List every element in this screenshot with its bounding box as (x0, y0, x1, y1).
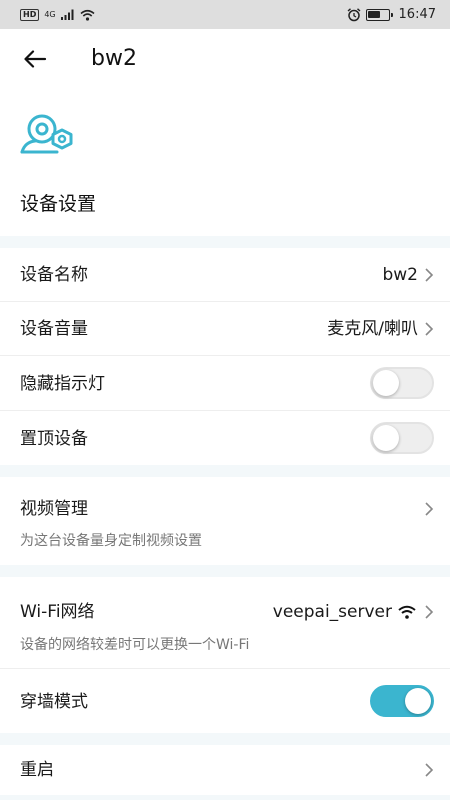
video-management-row[interactable]: 视频管理 为这台设备量身定制视频设置 (0, 477, 450, 565)
section-gap (0, 236, 450, 248)
cell-signal-icon (60, 9, 74, 20)
chevron-right-icon (425, 605, 434, 619)
wall-mode-label: 穿墙模式 (20, 692, 88, 712)
arrow-left-icon (24, 50, 47, 68)
wifi-icon (398, 605, 416, 619)
status-bar: HD 4G 16:47 (0, 0, 450, 29)
wifi-row[interactable]: Wi-Fi网络 veepai_server 设备的网络较差时可以更换一个Wi-F… (0, 577, 450, 669)
section-gap (0, 733, 450, 745)
reboot-label: 重启 (20, 760, 54, 780)
toggle-knob (405, 688, 431, 714)
hide-indicator-row: 隐藏指示灯 (0, 356, 450, 411)
pin-device-label: 置顶设备 (20, 429, 88, 449)
wifi-value: veepai_server (272, 602, 392, 622)
chevron-right-icon (425, 268, 434, 282)
chevron-right-icon (425, 502, 434, 516)
device-volume-label: 设备音量 (20, 319, 88, 339)
chevron-right-icon (425, 322, 434, 336)
app-header: bw2 (0, 29, 450, 89)
wifi-status-icon (80, 9, 95, 21)
back-button[interactable] (18, 45, 52, 73)
device-name-row[interactable]: 设备名称 bw2 (0, 248, 450, 302)
chevron-right-icon (425, 763, 434, 777)
section-title: 设备设置 (20, 193, 97, 215)
camera-device-icon (20, 114, 73, 154)
toggle-knob (373, 425, 399, 451)
wifi-label: Wi-Fi网络 (20, 602, 95, 622)
status-bar-right: 16:47 (347, 7, 436, 22)
section-gap (0, 465, 450, 477)
device-volume-value: 麦克风/喇叭 (327, 319, 418, 339)
alarm-icon (347, 7, 360, 21)
toggle-knob (373, 370, 399, 396)
wifi-subtitle: 设备的网络较差时可以更换一个Wi-Fi (20, 637, 250, 653)
pin-device-row: 置顶设备 (0, 411, 450, 465)
video-management-label: 视频管理 (20, 499, 88, 519)
section-gap (0, 565, 450, 577)
wall-mode-toggle[interactable] (370, 685, 434, 717)
section-gap (0, 795, 450, 800)
hide-indicator-toggle[interactable] (370, 367, 434, 399)
device-name-label: 设备名称 (20, 265, 88, 285)
hd-badge: HD (20, 8, 40, 21)
wall-mode-row: 穿墙模式 (0, 669, 450, 733)
battery-icon (365, 8, 393, 21)
hide-indicator-label: 隐藏指示灯 (20, 374, 105, 394)
reboot-row[interactable]: 重启 (0, 745, 450, 795)
pin-device-toggle[interactable] (370, 422, 434, 454)
network-type: 4G (44, 10, 56, 19)
status-bar-left: HD 4G (20, 8, 95, 21)
device-volume-row[interactable]: 设备音量 麦克风/喇叭 (0, 302, 450, 356)
status-time: 16:47 (398, 7, 436, 22)
video-management-subtitle: 为这台设备量身定制视频设置 (20, 533, 202, 549)
device-name-value: bw2 (382, 265, 418, 285)
page-title: bw2 (91, 46, 137, 71)
